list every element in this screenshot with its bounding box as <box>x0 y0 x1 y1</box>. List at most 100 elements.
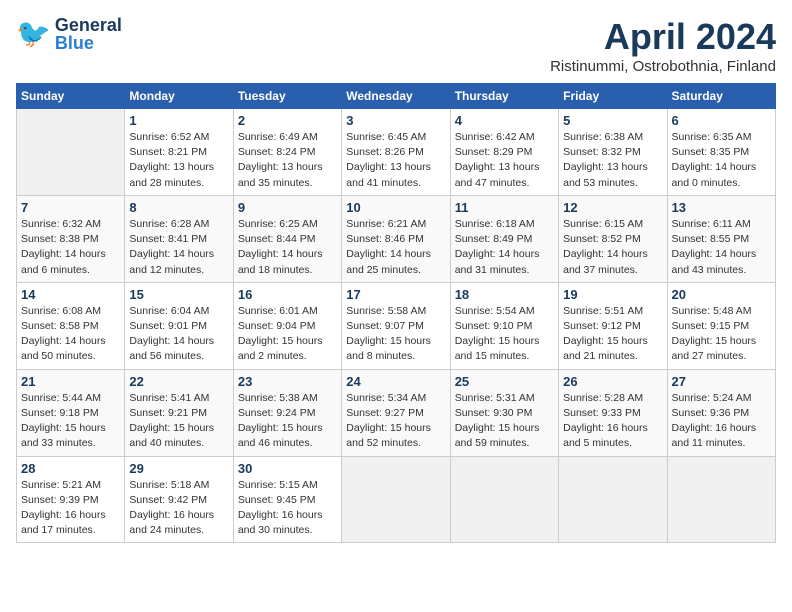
calendar-cell: 11Sunrise: 6:18 AM Sunset: 8:49 PM Dayli… <box>450 195 558 282</box>
weekday-header: Monday <box>125 84 233 109</box>
day-detail: Sunrise: 5:54 AM Sunset: 9:10 PM Dayligh… <box>455 304 554 365</box>
day-detail: Sunrise: 5:24 AM Sunset: 9:36 PM Dayligh… <box>672 391 771 452</box>
logo-name: General Blue <box>55 16 122 52</box>
day-detail: Sunrise: 5:58 AM Sunset: 9:07 PM Dayligh… <box>346 304 445 365</box>
day-detail: Sunrise: 5:51 AM Sunset: 9:12 PM Dayligh… <box>563 304 662 365</box>
day-number: 21 <box>21 374 120 389</box>
day-detail: Sunrise: 5:15 AM Sunset: 9:45 PM Dayligh… <box>238 478 337 539</box>
day-number: 27 <box>672 374 771 389</box>
calendar-week-row: 21Sunrise: 5:44 AM Sunset: 9:18 PM Dayli… <box>17 369 776 456</box>
day-number: 24 <box>346 374 445 389</box>
calendar-cell: 3 Sunrise: 6:45 AM Sunset: 8:26 PM Daylig… <box>342 109 450 196</box>
day-detail: Sunrise: 5:41 AM Sunset: 9:21 PM Dayligh… <box>129 391 228 452</box>
day-detail: Sunrise: 6:49 AM Sunset: 8:24 PM Dayligh… <box>238 130 337 191</box>
day-number: 26 <box>563 374 662 389</box>
day-number: 19 <box>563 287 662 302</box>
calendar-cell: 17 Sunrise: 5:58 AM Sunset: 9:07 PM Dayli… <box>342 282 450 369</box>
calendar-cell: 26 Sunrise: 5:28 AM Sunset: 9:33 PM Dayli… <box>559 369 667 456</box>
logo-general-text: General <box>55 16 122 34</box>
calendar-cell: 22 Sunrise: 5:41 AM Sunset: 9:21 PM Dayli… <box>125 369 233 456</box>
day-detail: Sunrise: 6:25 AM Sunset: 8:44 PM Dayligh… <box>238 217 337 278</box>
day-detail: Sunrise: 5:34 AM Sunset: 9:27 PM Dayligh… <box>346 391 445 452</box>
day-detail: Sunrise: 6:52 AM Sunset: 8:21 PM Dayligh… <box>129 130 228 191</box>
title-block: April 2024 Ristinummi, Ostrobothnia, Fin… <box>550 16 776 75</box>
calendar-cell: 7 Sunrise: 6:32 AM Sunset: 8:38 PM Daylig… <box>17 195 125 282</box>
day-number: 1 <box>129 113 228 128</box>
weekday-header: Thursday <box>450 84 558 109</box>
calendar-week-row: 28 Sunrise: 5:21 AM Sunset: 9:39 PM Dayli… <box>17 456 776 543</box>
weekday-header: Saturday <box>667 84 775 109</box>
day-detail: Sunrise: 6:01 AM Sunset: 9:04 PM Dayligh… <box>238 304 337 365</box>
calendar-cell: 24 Sunrise: 5:34 AM Sunset: 9:27 PM Dayli… <box>342 369 450 456</box>
calendar-cell: 21Sunrise: 5:44 AM Sunset: 9:18 PM Dayli… <box>17 369 125 456</box>
day-number: 9 <box>238 200 337 215</box>
day-number: 11 <box>455 200 554 215</box>
day-detail: Sunrise: 5:31 AM Sunset: 9:30 PM Dayligh… <box>455 391 554 452</box>
logo: 🐦 General Blue <box>16 16 122 52</box>
day-number: 2 <box>238 113 337 128</box>
day-number: 5 <box>563 113 662 128</box>
weekday-header: Tuesday <box>233 84 341 109</box>
day-number: 22 <box>129 374 228 389</box>
calendar-cell <box>450 456 558 543</box>
day-detail: Sunrise: 5:48 AM Sunset: 9:15 PM Dayligh… <box>672 304 771 365</box>
calendar-cell: 28 Sunrise: 5:21 AM Sunset: 9:39 PM Dayli… <box>17 456 125 543</box>
logo-bird-icon: 🐦 <box>16 20 51 48</box>
day-number: 23 <box>238 374 337 389</box>
day-number: 7 <box>21 200 120 215</box>
logo-blue-text: Blue <box>55 34 122 52</box>
weekday-header: Friday <box>559 84 667 109</box>
calendar-cell: 29Sunrise: 5:18 AM Sunset: 9:42 PM Dayli… <box>125 456 233 543</box>
day-detail: Sunrise: 6:42 AM Sunset: 8:29 PM Dayligh… <box>455 130 554 191</box>
calendar-cell: 5Sunrise: 6:38 AM Sunset: 8:32 PM Daylig… <box>559 109 667 196</box>
month-title: April 2024 <box>550 16 776 58</box>
calendar-cell: 9 Sunrise: 6:25 AM Sunset: 8:44 PM Daylig… <box>233 195 341 282</box>
day-number: 17 <box>346 287 445 302</box>
day-number: 13 <box>672 200 771 215</box>
day-number: 25 <box>455 374 554 389</box>
calendar-header-row: SundayMondayTuesdayWednesdayThursdayFrid… <box>17 84 776 109</box>
weekday-header: Sunday <box>17 84 125 109</box>
day-number: 8 <box>129 200 228 215</box>
calendar-cell: 8 Sunrise: 6:28 AM Sunset: 8:41 PM Daylig… <box>125 195 233 282</box>
day-detail: Sunrise: 5:28 AM Sunset: 9:33 PM Dayligh… <box>563 391 662 452</box>
calendar-cell: 18 Sunrise: 5:54 AM Sunset: 9:10 PM Dayli… <box>450 282 558 369</box>
calendar-cell: 6 Sunrise: 6:35 AM Sunset: 8:35 PM Daylig… <box>667 109 775 196</box>
calendar-cell: 10Sunrise: 6:21 AM Sunset: 8:46 PM Dayli… <box>342 195 450 282</box>
day-number: 18 <box>455 287 554 302</box>
calendar-cell: 20Sunrise: 5:48 AM Sunset: 9:15 PM Dayli… <box>667 282 775 369</box>
day-detail: Sunrise: 6:11 AM Sunset: 8:55 PM Dayligh… <box>672 217 771 278</box>
calendar-cell: 2 Sunrise: 6:49 AM Sunset: 8:24 PM Daylig… <box>233 109 341 196</box>
calendar-cell: 19 Sunrise: 5:51 AM Sunset: 9:12 PM Dayli… <box>559 282 667 369</box>
calendar-cell <box>17 109 125 196</box>
day-number: 3 <box>346 113 445 128</box>
day-detail: Sunrise: 6:45 AM Sunset: 8:26 PM Dayligh… <box>346 130 445 191</box>
day-number: 15 <box>129 287 228 302</box>
day-detail: Sunrise: 6:15 AM Sunset: 8:52 PM Dayligh… <box>563 217 662 278</box>
calendar-cell: 1 Sunrise: 6:52 AM Sunset: 8:21 PM Daylig… <box>125 109 233 196</box>
day-number: 29 <box>129 461 228 476</box>
location-text: Ristinummi, Ostrobothnia, Finland <box>550 58 776 75</box>
day-detail: Sunrise: 5:21 AM Sunset: 9:39 PM Dayligh… <box>21 478 120 539</box>
page-header: 🐦 General Blue April 2024 Ristinummi, Os… <box>16 16 776 75</box>
calendar-cell: 23 Sunrise: 5:38 AM Sunset: 9:24 PM Dayli… <box>233 369 341 456</box>
calendar-week-row: 7 Sunrise: 6:32 AM Sunset: 8:38 PM Daylig… <box>17 195 776 282</box>
calendar-cell: 4Sunrise: 6:42 AM Sunset: 8:29 PM Daylig… <box>450 109 558 196</box>
day-detail: Sunrise: 5:38 AM Sunset: 9:24 PM Dayligh… <box>238 391 337 452</box>
day-number: 16 <box>238 287 337 302</box>
calendar-cell: 13 Sunrise: 6:11 AM Sunset: 8:55 PM Dayli… <box>667 195 775 282</box>
calendar-cell: 30 Sunrise: 5:15 AM Sunset: 9:45 PM Dayli… <box>233 456 341 543</box>
weekday-header: Wednesday <box>342 84 450 109</box>
day-detail: Sunrise: 6:35 AM Sunset: 8:35 PM Dayligh… <box>672 130 771 191</box>
day-number: 28 <box>21 461 120 476</box>
calendar-cell: 12 Sunrise: 6:15 AM Sunset: 8:52 PM Dayli… <box>559 195 667 282</box>
calendar-cell <box>667 456 775 543</box>
day-number: 14 <box>21 287 120 302</box>
day-detail: Sunrise: 6:28 AM Sunset: 8:41 PM Dayligh… <box>129 217 228 278</box>
day-detail: Sunrise: 6:32 AM Sunset: 8:38 PM Dayligh… <box>21 217 120 278</box>
calendar-cell: 14 Sunrise: 6:08 AM Sunset: 8:58 PM Dayli… <box>17 282 125 369</box>
day-number: 6 <box>672 113 771 128</box>
day-number: 12 <box>563 200 662 215</box>
day-detail: Sunrise: 6:08 AM Sunset: 8:58 PM Dayligh… <box>21 304 120 365</box>
day-number: 30 <box>238 461 337 476</box>
